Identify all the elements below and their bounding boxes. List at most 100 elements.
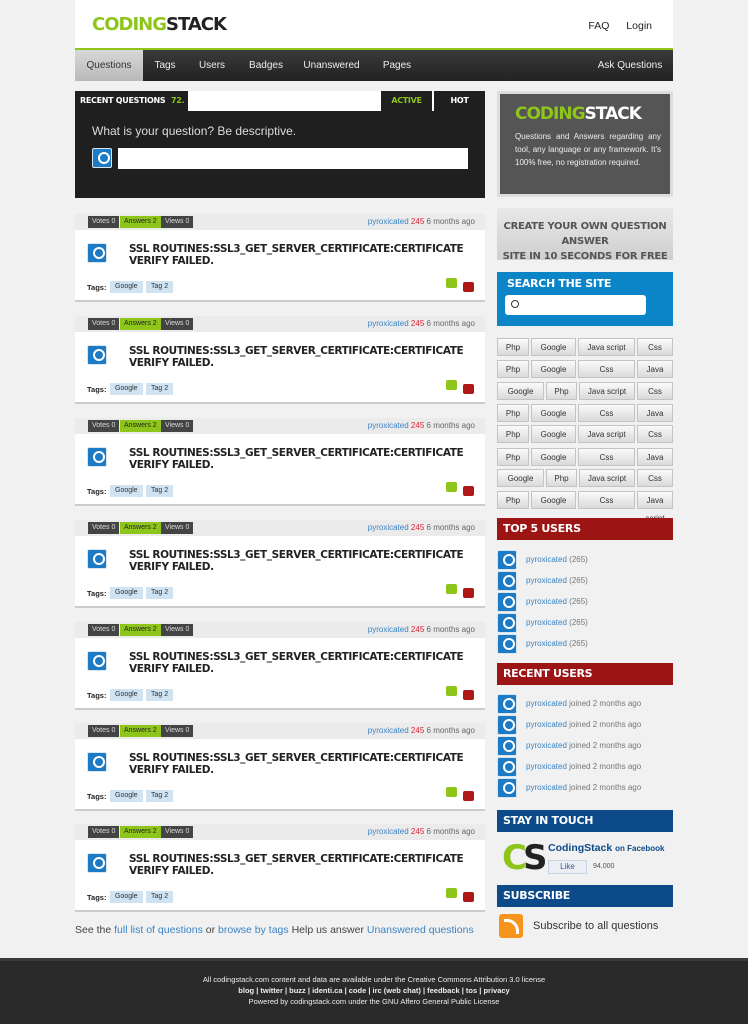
question-title[interactable]: SSL ROUTINES:SSL3_GET_SERVER_CERTIFICATE…: [129, 447, 485, 471]
thumbs-up-icon[interactable]: [446, 888, 457, 898]
user-avatar-icon[interactable]: [497, 778, 517, 798]
user-name-link[interactable]: pyroxicated: [526, 741, 567, 750]
user-avatar-icon[interactable]: [497, 550, 517, 570]
tag-chip[interactable]: Google: [110, 790, 143, 802]
sidebar-tag-chip[interactable]: Java script: [579, 469, 635, 487]
sidebar-tag-chip[interactable]: Java script: [637, 404, 673, 436]
subscribe-link[interactable]: Subscribe to all questions: [533, 920, 658, 932]
user-avatar-icon[interactable]: [87, 345, 107, 365]
user-avatar-icon[interactable]: [497, 736, 517, 756]
browse-tags-link[interactable]: browse by tags: [218, 924, 289, 936]
tag-chip[interactable]: Tag 2: [146, 281, 174, 293]
sidebar-tag-chip[interactable]: Php: [546, 469, 577, 487]
thumbs-down-icon[interactable]: [463, 690, 474, 700]
user-avatar-icon[interactable]: [87, 447, 107, 467]
user-avatar-icon[interactable]: [497, 592, 517, 612]
user-avatar-icon[interactable]: [87, 651, 107, 671]
author-link[interactable]: pyroxicated: [368, 319, 409, 328]
thumbs-down-icon[interactable]: [463, 486, 474, 496]
footer-links[interactable]: blog | twitter | buzz | identi.ca | code…: [0, 985, 748, 996]
tag-chip[interactable]: Tag 2: [146, 689, 174, 701]
thumbs-up-icon[interactable]: [446, 380, 457, 390]
tag-chip[interactable]: Google: [110, 689, 143, 701]
question-title[interactable]: SSL ROUTINES:SSL3_GET_SERVER_CERTIFICATE…: [129, 549, 485, 573]
search-input[interactable]: [505, 295, 646, 315]
sidebar-tag-chip[interactable]: Java script: [579, 382, 635, 400]
question-title[interactable]: SSL ROUTINES:SSL3_GET_SERVER_CERTIFICATE…: [129, 853, 485, 877]
thumbs-up-icon[interactable]: [446, 584, 457, 594]
sidebar-tag-chip[interactable]: Php: [497, 491, 529, 509]
question-title[interactable]: SSL ROUTINES:SSL3_GET_SERVER_CERTIFICATE…: [129, 345, 485, 369]
sidebar-tag-chip[interactable]: Java script: [637, 448, 673, 480]
user-name-link[interactable]: pyroxicated: [526, 576, 567, 585]
sidebar-tag-chip[interactable]: Css: [578, 448, 635, 466]
facebook-like-button[interactable]: Like: [548, 860, 587, 874]
nav-pages[interactable]: Pages: [368, 50, 426, 81]
sidebar-tag-chip[interactable]: Google: [531, 448, 576, 466]
nav-tags[interactable]: Tags: [143, 50, 187, 81]
sidebar-tag-chip[interactable]: Google: [531, 404, 576, 422]
author-link[interactable]: pyroxicated: [368, 421, 409, 430]
thumbs-down-icon[interactable]: [463, 588, 474, 598]
rss-icon[interactable]: [499, 914, 523, 938]
tag-chip[interactable]: Google: [110, 485, 143, 497]
question-title[interactable]: SSL ROUTINES:SSL3_GET_SERVER_CERTIFICATE…: [129, 752, 485, 776]
sidebar-tag-chip[interactable]: Java script: [637, 360, 673, 392]
user-name-link[interactable]: pyroxicated: [526, 699, 567, 708]
user-avatar-icon[interactable]: [87, 243, 107, 263]
sidebar-tag-chip[interactable]: Google: [531, 360, 576, 378]
question-input[interactable]: [118, 148, 468, 169]
sidebar-tag-chip[interactable]: Google: [531, 338, 576, 356]
user-avatar-icon[interactable]: [497, 715, 517, 735]
login-link[interactable]: Login: [626, 20, 652, 32]
sidebar-tag-chip[interactable]: Java script: [578, 338, 635, 356]
thumbs-up-icon[interactable]: [446, 278, 457, 288]
faq-link[interactable]: FAQ: [588, 20, 609, 32]
sidebar-tag-chip[interactable]: Google: [497, 382, 544, 400]
user-name-link[interactable]: pyroxicated: [526, 720, 567, 729]
facebook-page-link[interactable]: CodingStack on Facebook: [548, 842, 664, 854]
sidebar-tag-chip[interactable]: Google: [497, 469, 544, 487]
sidebar-tag-chip[interactable]: Css: [637, 469, 673, 487]
tag-chip[interactable]: Tag 2: [146, 383, 174, 395]
tag-chip[interactable]: Google: [110, 281, 143, 293]
author-link[interactable]: pyroxicated: [368, 726, 409, 735]
user-avatar-icon[interactable]: [497, 757, 517, 777]
sidebar-tag-chip[interactable]: Css: [637, 338, 673, 356]
sidebar-tag-chip[interactable]: Php: [497, 338, 529, 356]
sidebar-tag-chip[interactable]: Css: [578, 360, 635, 378]
tag-chip[interactable]: Tag 2: [146, 790, 174, 802]
sidebar-tag-chip[interactable]: Php: [497, 404, 529, 422]
user-avatar-icon[interactable]: [497, 571, 517, 591]
full-list-link[interactable]: full list of questions: [114, 924, 203, 936]
sidebar-tag-chip[interactable]: Php: [497, 360, 529, 378]
create-site-button[interactable]: CREATE YOUR OWN QUESTION ANSWER SITE IN …: [497, 208, 673, 262]
user-name-link[interactable]: pyroxicated: [526, 783, 567, 792]
user-name-link[interactable]: pyroxicated: [526, 618, 567, 627]
thumbs-up-icon[interactable]: [446, 482, 457, 492]
user-name-link[interactable]: pyroxicated: [526, 597, 567, 606]
user-avatar-icon[interactable]: [497, 613, 517, 633]
sidebar-tag-chip[interactable]: Google: [531, 491, 576, 509]
tag-chip[interactable]: Tag 2: [146, 587, 174, 599]
tag-chip[interactable]: Google: [110, 383, 143, 395]
sidebar-tag-chip[interactable]: Php: [497, 448, 529, 466]
site-logo[interactable]: CODINGSTACK: [92, 14, 227, 35]
sidebar-tag-chip[interactable]: Php: [497, 425, 529, 443]
author-link[interactable]: pyroxicated: [368, 625, 409, 634]
user-name-link[interactable]: pyroxicated: [526, 555, 567, 564]
thumbs-down-icon[interactable]: [463, 892, 474, 902]
nav-questions[interactable]: Questions: [75, 50, 143, 81]
question-title[interactable]: SSL ROUTINES:SSL3_GET_SERVER_CERTIFICATE…: [129, 651, 485, 675]
thumbs-down-icon[interactable]: [463, 282, 474, 292]
tab-active[interactable]: ACTIVE: [381, 91, 432, 111]
sidebar-tag-chip[interactable]: Css: [578, 491, 635, 509]
thumbs-up-icon[interactable]: [446, 686, 457, 696]
question-title[interactable]: SSL ROUTINES:SSL3_GET_SERVER_CERTIFICATE…: [129, 243, 485, 267]
user-name-link[interactable]: pyroxicated: [526, 639, 567, 648]
nav-unanswered[interactable]: Unanswered: [295, 50, 368, 81]
user-avatar-icon[interactable]: [87, 549, 107, 569]
user-name-link[interactable]: pyroxicated: [526, 762, 567, 771]
unanswered-link[interactable]: Unanswered questions: [367, 924, 474, 936]
user-avatar-icon[interactable]: [497, 634, 517, 654]
